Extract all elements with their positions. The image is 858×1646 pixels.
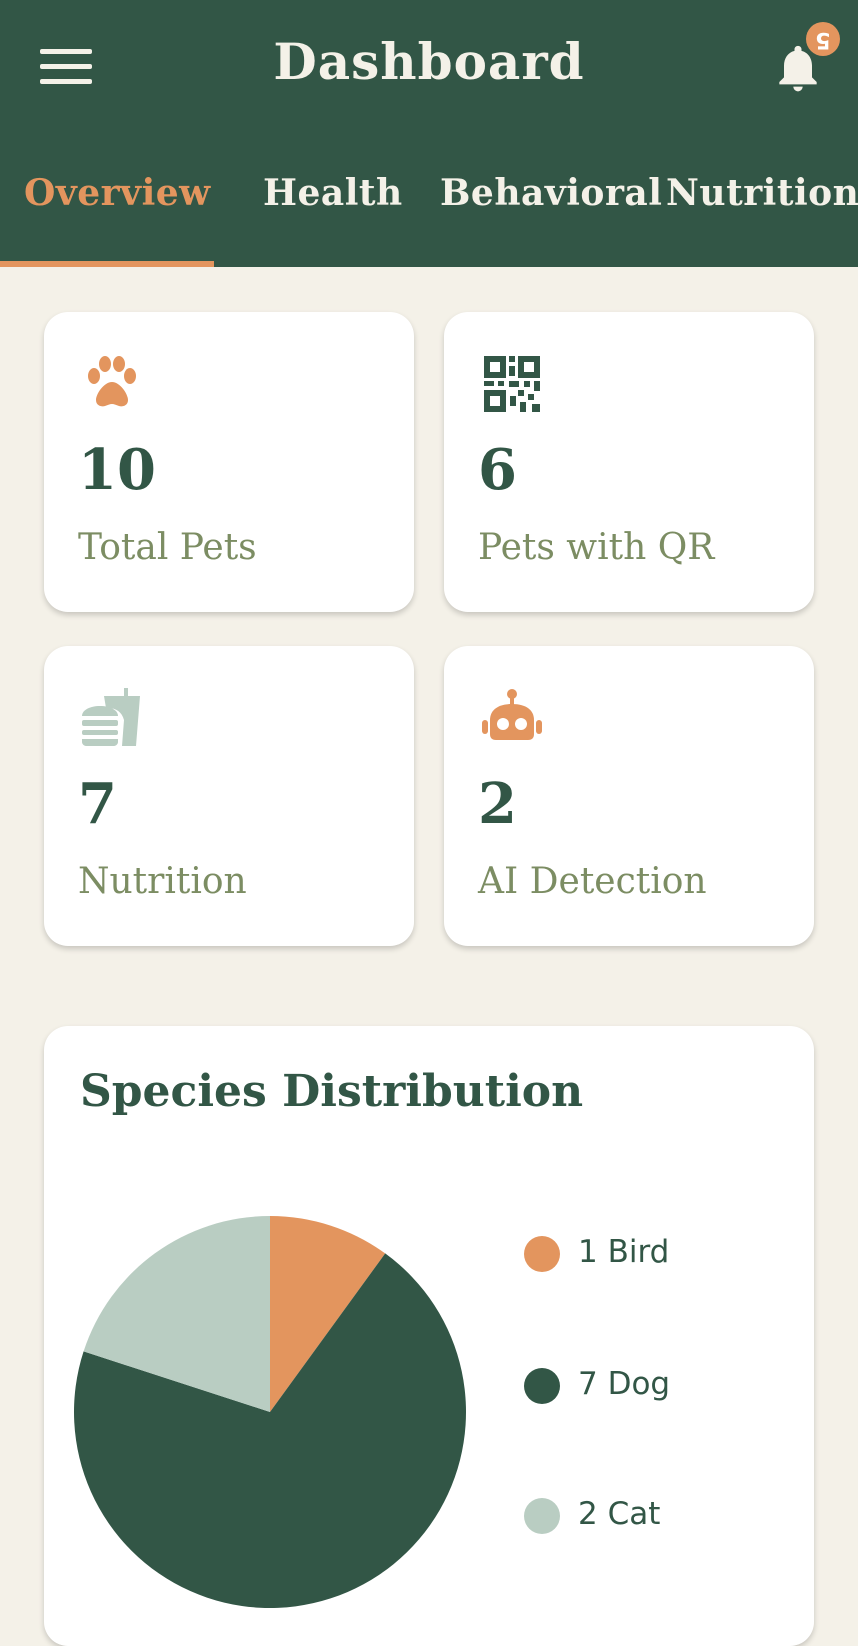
legend-dot	[524, 1368, 560, 1404]
legend-dot	[524, 1236, 560, 1272]
notification-badge: 5	[806, 22, 840, 56]
tab-bar: Overview Health Behavioral Nutrition	[0, 166, 858, 267]
paw-icon	[88, 356, 136, 407]
page-title: Dashboard	[273, 32, 585, 91]
stat-value: 2	[478, 771, 517, 837]
fast-food-icon	[82, 688, 140, 746]
stat-value: 6	[478, 437, 517, 503]
stat-card-ai-detection[interactable]: 2 AI Detection	[444, 646, 814, 946]
tab-nutrition[interactable]: Nutrition	[666, 172, 858, 214]
chart-title: Species Distribution	[80, 1066, 584, 1117]
species-distribution-card: Species Distribution 1 Bird 7 Dog 2 Cat	[44, 1026, 814, 1646]
stat-label: Pets with QR	[478, 527, 715, 568]
legend-label: 7 Dog	[578, 1366, 671, 1402]
tab-behavioral[interactable]: Behavioral	[440, 172, 662, 214]
stat-card-nutrition[interactable]: 7 Nutrition	[44, 646, 414, 946]
stat-value: 10	[78, 437, 156, 503]
stat-label: Total Pets	[78, 527, 257, 568]
legend-label: 2 Cat	[578, 1496, 661, 1532]
robot-icon	[482, 689, 542, 740]
legend-dot	[524, 1498, 560, 1534]
stat-card-total-pets[interactable]: 10 Total Pets	[44, 312, 414, 612]
stat-label: Nutrition	[78, 861, 247, 902]
app-bar: Dashboard 5 Overview Health Behavioral N…	[0, 0, 858, 267]
stat-value: 7	[78, 771, 117, 837]
species-pie-chart	[74, 1216, 467, 1608]
tab-health[interactable]: Health	[263, 172, 403, 214]
active-tab-indicator	[0, 261, 214, 267]
legend-label: 1 Bird	[578, 1234, 670, 1270]
tab-overview[interactable]: Overview	[24, 172, 211, 214]
stat-label: AI Detection	[478, 861, 707, 902]
stat-card-pets-with-qr[interactable]: 6 Pets with QR	[444, 312, 814, 612]
qr-code-icon	[484, 356, 540, 412]
